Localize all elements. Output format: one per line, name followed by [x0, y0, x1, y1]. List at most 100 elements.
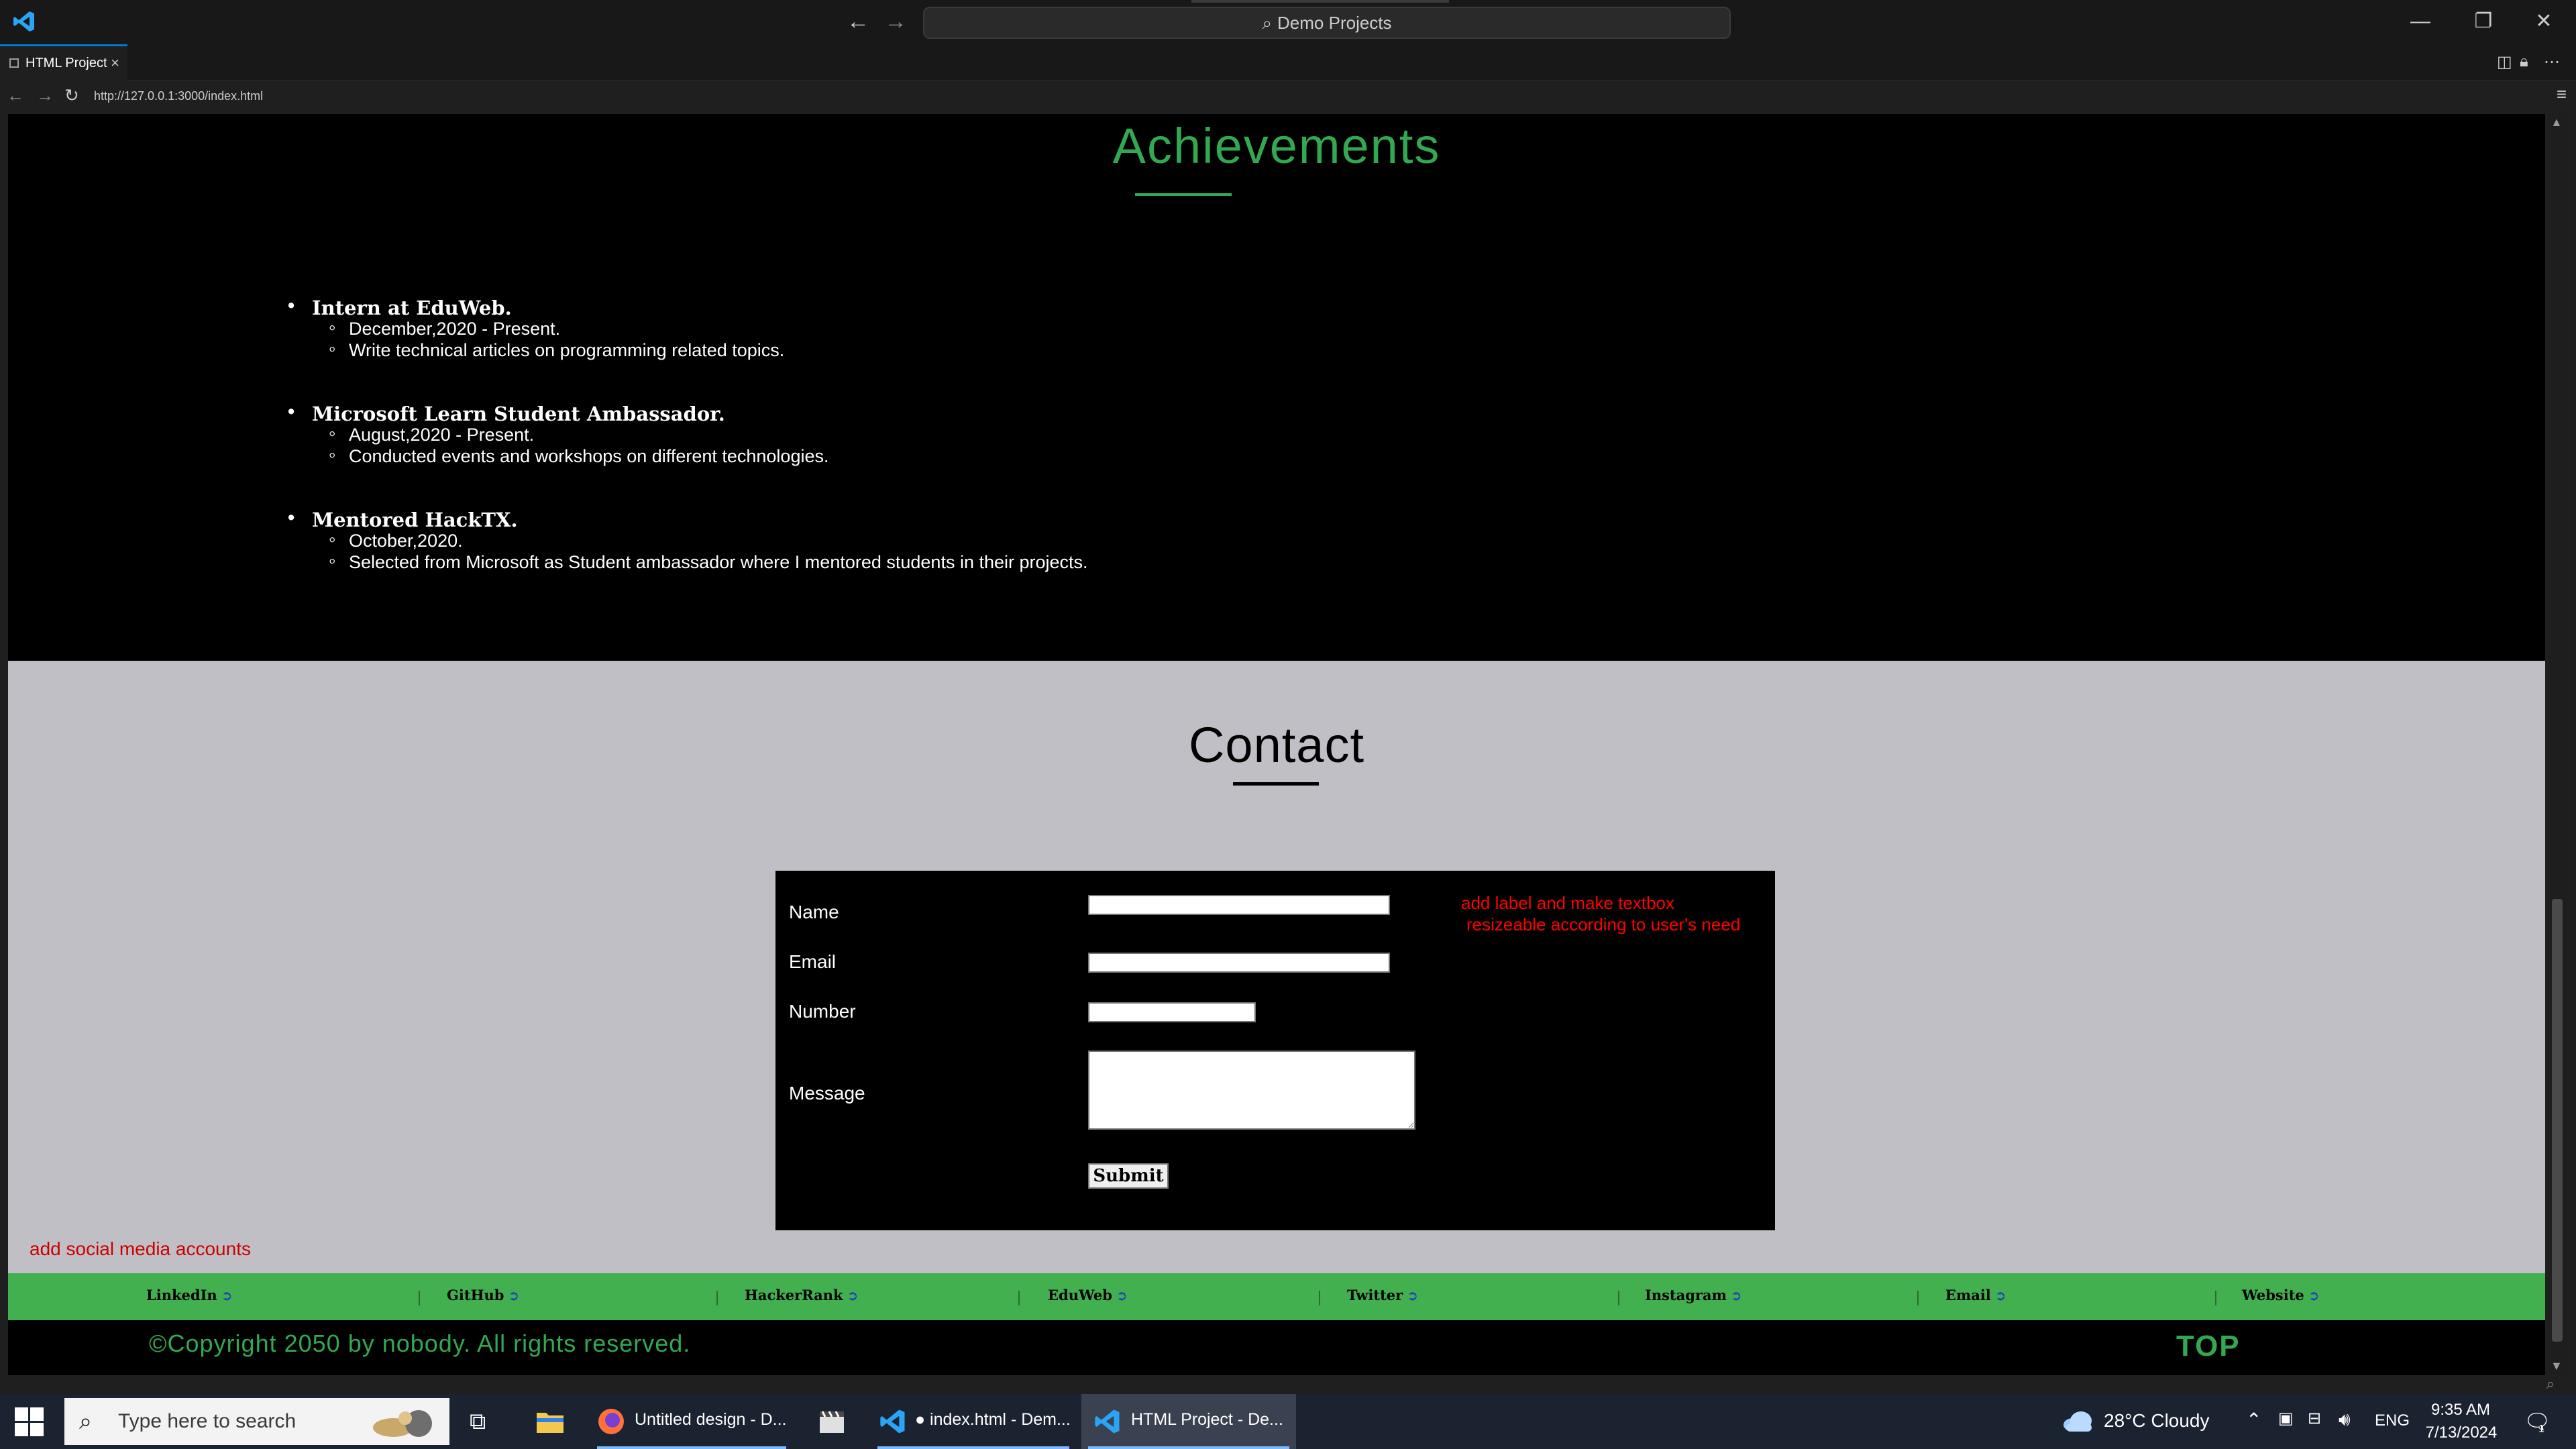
achievements-underline [1135, 193, 1232, 196]
title-bar: ← → ⌕ Demo Projects — ❐ ✕ [0, 0, 2576, 44]
reload-icon[interactable]: ↻ [64, 85, 79, 106]
form-todo-note: add label and make textbox resizeable ac… [1461, 892, 1740, 935]
achievement-heading: Intern at EduWeb. [288, 295, 512, 319]
task-view-button[interactable]: ⧉ [463, 1394, 500, 1449]
social-link-github[interactable]: GitHub ➲ [447, 1287, 519, 1303]
editor-tab-bar: HTML Project × ◫ 🔒︎ ⋯ [0, 44, 2576, 80]
network-icon[interactable]: ⊟ [2308, 1409, 2321, 1428]
clock-time[interactable]: 9:35 AM [2427, 1401, 2494, 1419]
social-link-eduweb[interactable]: EduWeb ➲ [1048, 1287, 1128, 1303]
search-icon: ⌕ [1262, 13, 1273, 33]
message-textarea[interactable] [1088, 1051, 1415, 1130]
social-link-website[interactable]: Website ➲ [2242, 1287, 2320, 1303]
meet-now-icon[interactable]: ▣ [2278, 1409, 2294, 1428]
social-link-twitter[interactable]: Twitter ➲ [1347, 1287, 1418, 1303]
forward-arrow-icon[interactable]: → [884, 9, 907, 34]
site-footer: ©Copyright 2050 by nobody. All rights re… [8, 1320, 2545, 1375]
search-highlight-icon [373, 1410, 432, 1437]
preview-status-strip: ⌕ [0, 1375, 2576, 1394]
clock-date[interactable]: 7/13/2024 [2418, 1424, 2505, 1442]
social-link-label: Website [2242, 1287, 2304, 1303]
url-input[interactable] [87, 85, 2542, 107]
vscode-icon [1095, 1409, 1120, 1434]
social-link-linkedin[interactable]: LinkedIn ➲ [146, 1287, 232, 1303]
social-link-label: Email [1945, 1287, 1991, 1303]
taskbar-search-box[interactable]: ⌕ Type here to search [64, 1398, 449, 1445]
message-label: Message [789, 1083, 865, 1104]
back-arrow-icon[interactable]: ← [847, 9, 869, 34]
command-center-accent [1191, 0, 1449, 3]
achievements-section: Achievements Intern at EduWeb. December,… [8, 114, 2545, 661]
zoom-icon[interactable]: ⌕ [2546, 1375, 2555, 1393]
taskbar-app-label: HTML Project - De... [1131, 1410, 1283, 1429]
achievement-heading: Mentored HackTX. [288, 507, 518, 531]
windows-taskbar: ⌕ Type here to search ⧉ Untitled design … [0, 1394, 2576, 1449]
close-tab-icon[interactable]: × [111, 46, 119, 80]
external-link-icon: ➲ [2308, 1287, 2320, 1303]
external-link-icon: ➲ [1730, 1287, 1742, 1303]
browser-forward-icon[interactable]: → [36, 85, 54, 106]
external-link-icon: ➲ [1116, 1287, 1128, 1303]
social-link-instagram[interactable]: Instagram ➲ [1645, 1287, 1742, 1303]
tab-html-project[interactable]: HTML Project × [0, 44, 127, 80]
taskbar-app-clapper[interactable] [812, 1394, 852, 1449]
contact-underline [1233, 782, 1319, 786]
search-placeholder: Type here to search [118, 1410, 297, 1432]
copyright-text: ©Copyright 2050 by nobody. All rights re… [149, 1330, 691, 1357]
scroll-down-icon[interactable]: ▼ [2551, 1359, 2563, 1373]
file-explorer-button[interactable] [530, 1394, 570, 1449]
contact-form: Name Email Number Message Submit add lab… [775, 871, 1775, 1230]
external-link-icon: ➲ [1994, 1287, 2006, 1303]
scroll-up-icon[interactable]: ▲ [2551, 115, 2563, 129]
windows-logo-icon [15, 1407, 28, 1421]
taskbar-app-label: Untitled design - D... [635, 1410, 787, 1429]
taskbar-app-firefox[interactable]: Untitled design - D... [590, 1394, 793, 1449]
achievements-title: Achievements [1112, 118, 1441, 174]
achievement-detail: October,2020. [329, 529, 463, 551]
notification-count: 1 [2538, 1424, 2544, 1435]
start-button[interactable] [15, 1407, 44, 1437]
name-field[interactable] [1088, 895, 1390, 915]
submit-button[interactable]: Submit [1088, 1163, 1169, 1189]
vscode-logo-icon[interactable] [12, 9, 36, 34]
social-link-label: EduWeb [1048, 1287, 1112, 1303]
firefox-icon [598, 1409, 624, 1434]
name-label: Name [789, 902, 839, 922]
weather-label[interactable]: 28°C Cloudy [2104, 1410, 2210, 1432]
social-link-hackerrank[interactable]: HackerRank ➲ [745, 1287, 858, 1303]
browser-menu-icon[interactable]: ≡ [2557, 84, 2567, 105]
language-indicator[interactable]: ENG [2375, 1411, 2410, 1430]
notification-icon[interactable]: 🗨︎ [2524, 1409, 2551, 1434]
social-link-label: LinkedIn [146, 1287, 217, 1303]
command-center-search[interactable]: ⌕ Demo Projects [923, 7, 1731, 39]
number-field[interactable] [1088, 1002, 1256, 1022]
form-note-line: add label and make textbox [1461, 893, 1674, 913]
email-label: Email [789, 951, 837, 972]
cloud-icon[interactable] [2061, 1409, 2094, 1433]
restore-button[interactable]: ❐ [2463, 8, 2504, 35]
achievement-detail: Write technical articles on programming … [329, 338, 784, 361]
social-links-bar: LinkedIn ➲ GitHub ➲ HackerRank ➲ EduWeb ➲ Tw… [8, 1273, 2545, 1320]
page-scrollbar[interactable]: ▲ ▼ [2548, 114, 2567, 1375]
close-window-button[interactable]: ✕ [2524, 8, 2564, 35]
windows-logo-icon [30, 1423, 44, 1436]
social-link-email[interactable]: Email ➲ [1945, 1287, 2006, 1303]
chevron-up-icon[interactable]: ⌃ [2246, 1409, 2261, 1431]
browser-back-icon[interactable]: ← [7, 85, 24, 106]
taskbar-app-vscode-index[interactable]: ● index.html - Dem... [871, 1394, 1076, 1449]
volume-icon[interactable]: 🔊︎ [2339, 1409, 2351, 1431]
external-link-icon: ➲ [221, 1287, 233, 1303]
email-field[interactable] [1088, 953, 1390, 973]
lock-icon[interactable]: 🔒︎ [2520, 52, 2528, 71]
minimize-button[interactable]: — [2400, 8, 2440, 35]
social-link-label: Instagram [1645, 1287, 1727, 1303]
scroll-thumb[interactable] [2552, 899, 2563, 1342]
separator [2215, 1291, 2216, 1305]
social-todo-note: add social media accounts [30, 1238, 251, 1259]
form-note-line: resizeable according to user's need [1466, 914, 1741, 934]
more-actions-icon[interactable]: ⋯ [2544, 52, 2560, 72]
back-to-top-link[interactable]: TOP [2176, 1330, 2241, 1363]
split-editor-icon[interactable]: ◫ [2497, 52, 2512, 72]
separator [1917, 1291, 1919, 1305]
taskbar-app-vscode-project[interactable]: HTML Project - De... [1081, 1394, 1296, 1449]
